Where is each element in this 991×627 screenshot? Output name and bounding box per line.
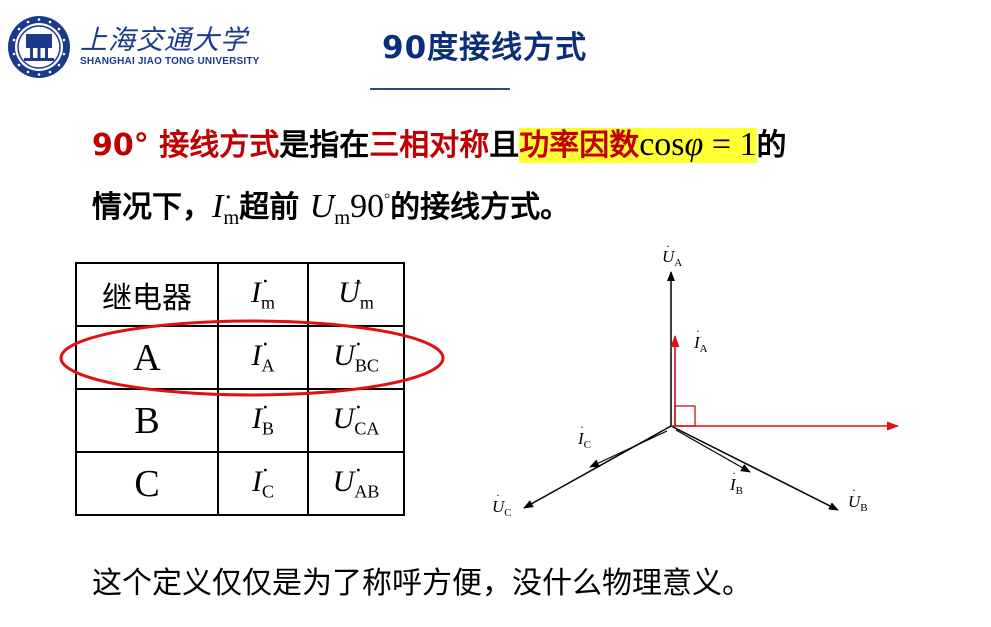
- current-phasor-im: · Im: [212, 182, 240, 230]
- angle-90: 90: [350, 188, 385, 225]
- label-uc-dot: ·: [496, 488, 500, 502]
- university-name-cn: 上海交通大学: [80, 25, 248, 56]
- definition-line-2: 情况下， · Im超前 · Um90°的接线方式。: [92, 182, 571, 230]
- term-three-phase-symmetric: 三相对称: [369, 128, 490, 163]
- label-ua-dot: ·: [666, 240, 670, 253]
- title-underline: [370, 88, 510, 90]
- university-name-en: SHANGHAI JIAO TONG UNIVERSITY: [80, 56, 260, 67]
- ic-phasor-line: [589, 430, 668, 468]
- ub-phasor-line: [670, 425, 839, 511]
- row-a-highlight-ellipse: [59, 319, 445, 397]
- university-seal-logo: [8, 16, 70, 78]
- label-ib-dot: ·: [732, 466, 736, 480]
- term-wiring-method: 接线方式: [159, 128, 280, 163]
- equals-one: = 1: [703, 126, 757, 163]
- voltage-cell: · UAB: [307, 451, 405, 516]
- ib-phasor-line: [675, 429, 751, 473]
- text-is-in: 是指在: [279, 128, 370, 163]
- term-power-factor: 功率因数: [519, 128, 640, 163]
- text-de: 的: [756, 128, 787, 163]
- label-uc: UC: [492, 497, 512, 519]
- label-ic-dot: ·: [580, 420, 584, 434]
- text-leads: 超前: [239, 190, 300, 225]
- text-and: 且: [489, 128, 520, 163]
- table-row: B · IB · UCA: [75, 388, 405, 453]
- header-um: · Um: [307, 262, 405, 327]
- current-cell: · IC: [217, 451, 309, 516]
- label-ub-dot: ·: [852, 483, 856, 497]
- definition-line-1: 90° 接线方式是指在三相对称且功率因数cosφ = 1的: [92, 126, 787, 163]
- table-row: C · IC · UAB: [75, 451, 405, 516]
- voltage-cell: · UCA: [307, 388, 405, 453]
- phi-symbol: φ: [684, 126, 704, 163]
- right-angle-marker: [674, 405, 696, 427]
- phasor-diagram: UA · IA · IC · IB · UB · UC ·: [492, 240, 899, 519]
- degree-90-text: 90°: [92, 128, 149, 163]
- header-relay: 继电器: [75, 262, 219, 327]
- power-factor-highlight: 功率因数cosφ = 1: [519, 126, 757, 163]
- text-situation: 情况下，: [92, 190, 212, 225]
- label-ub: UB: [848, 492, 868, 514]
- footer-note: 这个定义仅仅是为了称呼方便，没什么物理意义。: [92, 566, 752, 601]
- current-cell: · IB: [217, 388, 309, 453]
- voltage-phasor-um: · Um: [309, 182, 351, 230]
- cos-text: cos: [639, 126, 685, 163]
- relay-label: C: [75, 451, 219, 516]
- header-im: · Im: [217, 262, 309, 327]
- uc-phasor-line: [523, 425, 672, 509]
- text-wiring-end: 的接线方式。: [390, 190, 571, 225]
- table-header-row: 继电器 · Im · Um: [75, 262, 405, 327]
- label-ia-dot: ·: [696, 324, 700, 338]
- relay-label: B: [75, 388, 219, 453]
- slide-title: 90度接线方式: [382, 30, 588, 66]
